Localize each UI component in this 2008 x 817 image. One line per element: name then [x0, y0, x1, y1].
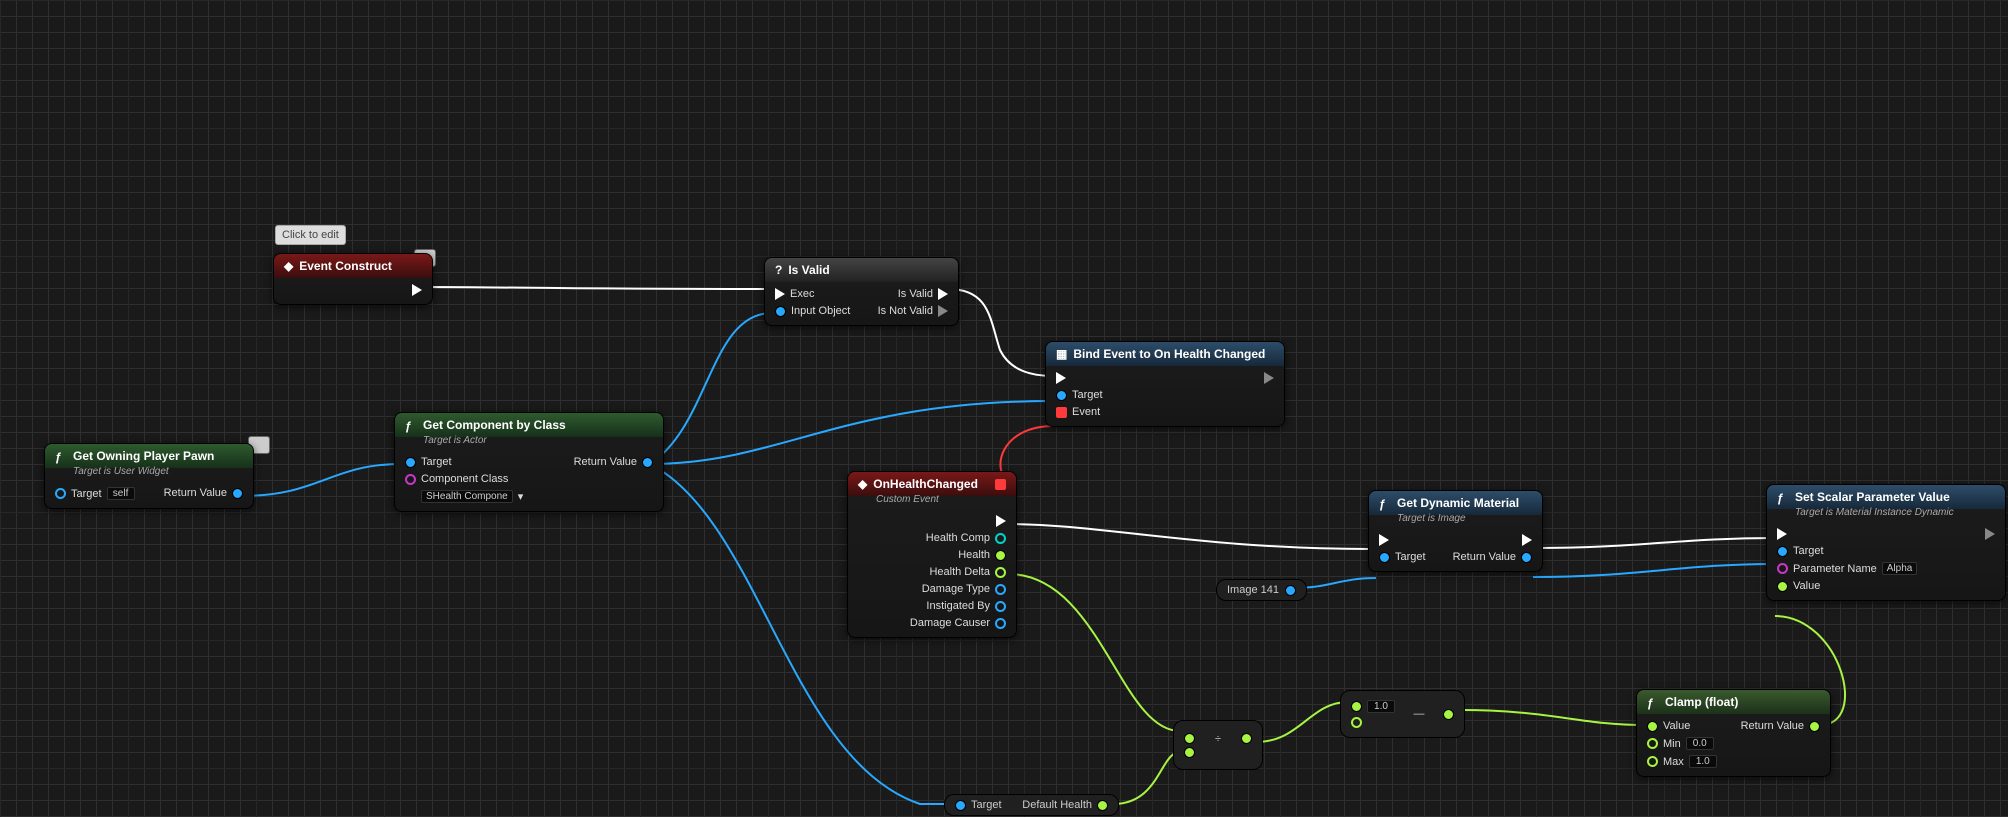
return-pin[interactable]: Return Value: [1741, 720, 1820, 732]
input-a-pin[interactable]: [1184, 733, 1195, 744]
node-default-health[interactable]: Target Default Health: [944, 794, 1119, 816]
exec-out-pin[interactable]: [1985, 528, 1995, 540]
return-pin[interactable]: Return Value: [574, 456, 653, 468]
node-title: Get Dynamic Material: [1397, 496, 1519, 510]
variable-image141[interactable]: Image 141: [1216, 579, 1307, 601]
event-pin[interactable]: Event: [1056, 406, 1103, 418]
node-set-scalar-parameter[interactable]: ƒ Set Scalar Parameter Value Target is Ma…: [1766, 484, 2006, 601]
node-title: Get Owning Player Pawn: [73, 449, 214, 463]
exec-in-pin[interactable]: [1379, 534, 1426, 546]
node-is-valid[interactable]: ? Is Valid Exec Input Object Is Valid Is …: [764, 257, 959, 326]
value-input[interactable]: 1.0: [1367, 700, 1395, 713]
target-pin[interactable]: Target: [1056, 389, 1103, 401]
output-pin[interactable]: [1241, 733, 1252, 744]
function-icon: ƒ: [1777, 491, 1789, 503]
max-pin[interactable]: Max1.0: [1647, 755, 1717, 768]
return-pin[interactable]: Return Value: [164, 487, 243, 499]
divide-icon: ÷: [1215, 733, 1221, 745]
exec-out-pin[interactable]: [1453, 534, 1532, 546]
return-pin[interactable]: Default Health: [1022, 799, 1108, 811]
exec-in-pin[interactable]: [1777, 528, 1917, 540]
delegate-pin[interactable]: [995, 479, 1006, 490]
target-pin[interactable]: Target: [1379, 551, 1426, 563]
event-icon: ◆: [858, 477, 867, 491]
min-input[interactable]: 0.0: [1686, 737, 1714, 750]
exec-out-pin[interactable]: [910, 515, 1006, 527]
exec-out-pin[interactable]: [1264, 372, 1274, 384]
node-subtitle: Target is User Widget: [45, 466, 253, 481]
node-comment[interactable]: Click to edit: [275, 225, 346, 245]
node-title: OnHealthChanged: [873, 477, 978, 491]
return-pin[interactable]: Return Value: [1453, 551, 1532, 563]
is-not-valid-pin[interactable]: Is Not Valid: [878, 305, 948, 317]
node-get-owning-player-pawn[interactable]: ƒ Get Owning Player Pawn Target is User W…: [44, 443, 254, 509]
component-class-pin[interactable]: Component Class: [405, 473, 523, 485]
input-object-pin[interactable]: Input Object: [775, 305, 850, 317]
divide-icon: —: [1414, 708, 1425, 720]
node-bind-event[interactable]: ▦Bind Event to On Health Changed Target …: [1045, 341, 1285, 427]
health-pin[interactable]: Health: [910, 549, 1006, 561]
damage-causer-pin[interactable]: Damage Causer: [910, 617, 1006, 629]
value-pin[interactable]: Value: [1647, 720, 1717, 732]
health-delta-pin[interactable]: Health Delta: [910, 566, 1006, 578]
is-valid-pin[interactable]: Is Valid: [878, 288, 948, 300]
input-a-pin[interactable]: [1351, 701, 1362, 712]
target-pin[interactable]: Target: [955, 799, 1002, 811]
output-pin[interactable]: [1443, 709, 1454, 720]
function-icon: ƒ: [1647, 696, 1659, 708]
event-bind-icon: ▦: [1056, 347, 1067, 361]
node-divide[interactable]: ÷: [1173, 720, 1263, 770]
node-title: Event Construct: [299, 259, 392, 273]
max-input[interactable]: 1.0: [1689, 755, 1717, 768]
node-get-dynamic-material[interactable]: ƒ Get Dynamic Material Target is Image Ta…: [1368, 490, 1543, 572]
input-b-pin[interactable]: [1184, 747, 1195, 758]
chevron-down-icon: ▾: [518, 490, 524, 503]
node-clamp[interactable]: ƒ Clamp (float) Value Min0.0 Max1.0 Retur…: [1636, 689, 1831, 777]
target-pin[interactable]: Targetself: [55, 487, 135, 500]
node-subtitle: Custom Event: [848, 494, 1016, 509]
node-get-component-by-class[interactable]: ƒGet Component by Class Target is Actor …: [394, 412, 664, 512]
param-name-input[interactable]: Alpha: [1882, 562, 1918, 575]
input-b-pin[interactable]: [1351, 717, 1362, 728]
node-title: Is Valid: [788, 263, 829, 277]
damage-type-pin[interactable]: Damage Type: [910, 583, 1006, 595]
value-pin[interactable]: Value: [1777, 580, 1917, 592]
variable-label: Image 141: [1227, 584, 1279, 596]
function-icon: ƒ: [405, 419, 417, 431]
target-pin[interactable]: Target: [1777, 545, 1917, 557]
node-title: Clamp (float): [1665, 695, 1738, 709]
node-on-health-changed[interactable]: ◆ OnHealthChanged Custom Event Health Com…: [847, 471, 1017, 638]
exec-in-pin[interactable]: Exec: [775, 288, 850, 300]
node-title: Set Scalar Parameter Value: [1795, 490, 1950, 504]
exec-out-pin[interactable]: [412, 284, 422, 296]
node-subtitle: Target is Actor: [395, 435, 663, 450]
node-subtitle: Target is Material Instance Dynamic: [1767, 507, 2005, 522]
health-comp-pin[interactable]: Health Comp: [910, 532, 1006, 544]
function-icon: ƒ: [1379, 497, 1391, 509]
node-title: Bind Event to On Health Changed: [1073, 347, 1265, 361]
class-dropdown[interactable]: SHealth Compone: [421, 490, 513, 503]
min-pin[interactable]: Min0.0: [1647, 737, 1717, 750]
output-pin[interactable]: [1285, 585, 1296, 596]
node-event-construct[interactable]: ◆ Event Construct: [273, 253, 433, 305]
node-subtitle: Target is Image: [1369, 513, 1542, 528]
node-divide-const[interactable]: 1.0 —: [1340, 690, 1465, 738]
macro-icon: ?: [775, 263, 782, 277]
param-name-pin[interactable]: Parameter NameAlpha: [1777, 562, 1917, 575]
function-icon: ƒ: [55, 450, 67, 462]
event-icon: ◆: [284, 259, 293, 273]
node-title: Get Component by Class: [423, 418, 566, 432]
instigated-by-pin[interactable]: Instigated By: [910, 600, 1006, 612]
exec-in-pin[interactable]: [1056, 372, 1103, 384]
target-pin[interactable]: Target: [405, 456, 523, 468]
